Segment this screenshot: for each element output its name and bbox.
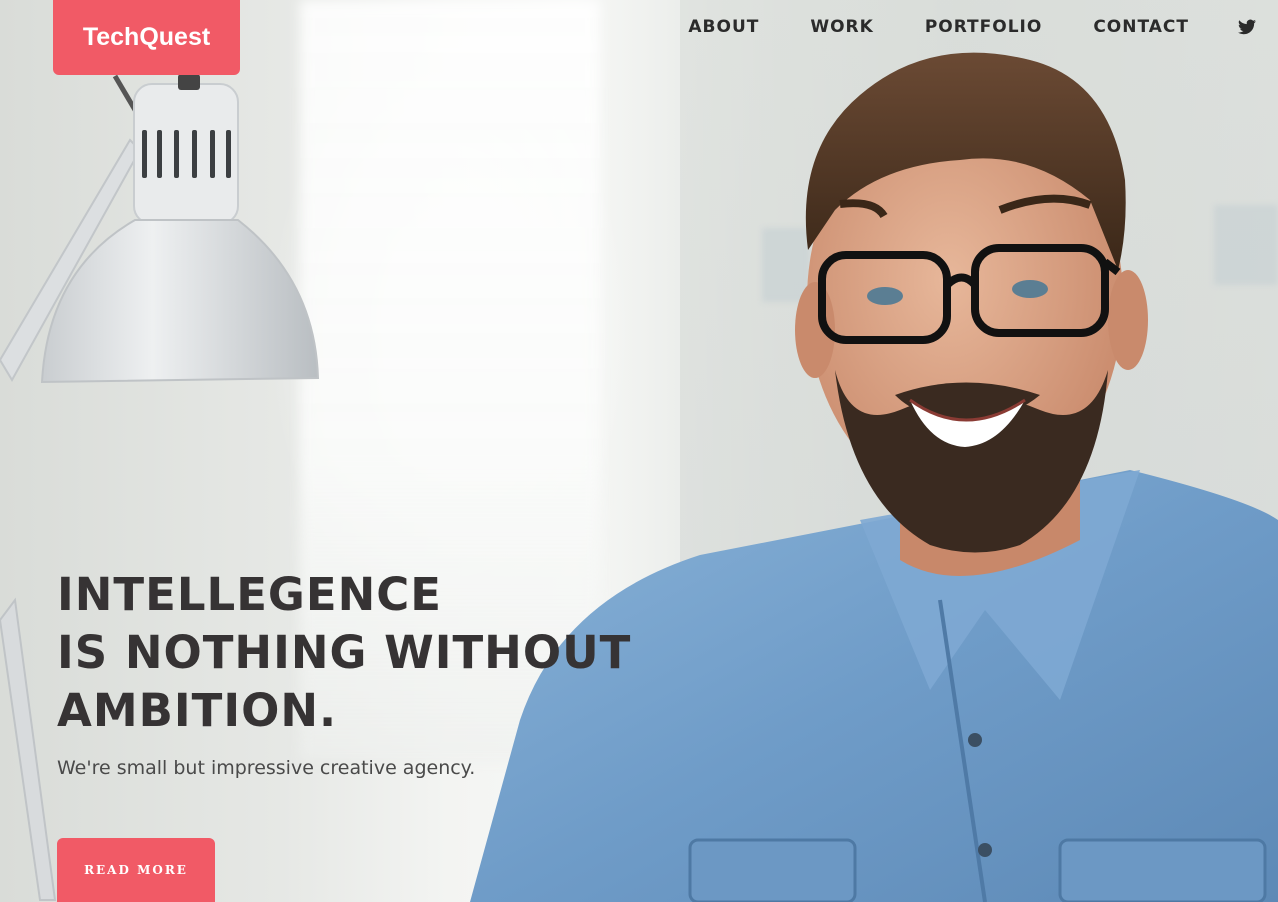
person-portrait <box>470 52 1278 902</box>
headline-line-1: INTELLEGENCE <box>57 568 443 621</box>
hero-headline: INTELLEGENCE IS NOTHING WITHOUT AMBITION… <box>57 566 631 740</box>
hero-subtitle: We're small but impressive creative agen… <box>57 757 476 779</box>
nav-work[interactable]: WORK <box>810 17 873 37</box>
twitter-icon[interactable] <box>1238 19 1256 35</box>
headline-line-3: AMBITION. <box>57 684 338 737</box>
nav-contact[interactable]: CONTACT <box>1093 17 1189 37</box>
brand-logo[interactable]: TechQuest <box>53 0 240 75</box>
nav-portfolio[interactable]: PORTFOLIO <box>925 17 1043 37</box>
read-more-button[interactable]: READ MORE <box>57 838 215 902</box>
headline-line-2: IS NOTHING WITHOUT <box>57 626 632 679</box>
nav-about[interactable]: ABOUT <box>688 17 759 37</box>
main-nav: ABOUT WORK PORTFOLIO CONTACT <box>688 15 1256 39</box>
